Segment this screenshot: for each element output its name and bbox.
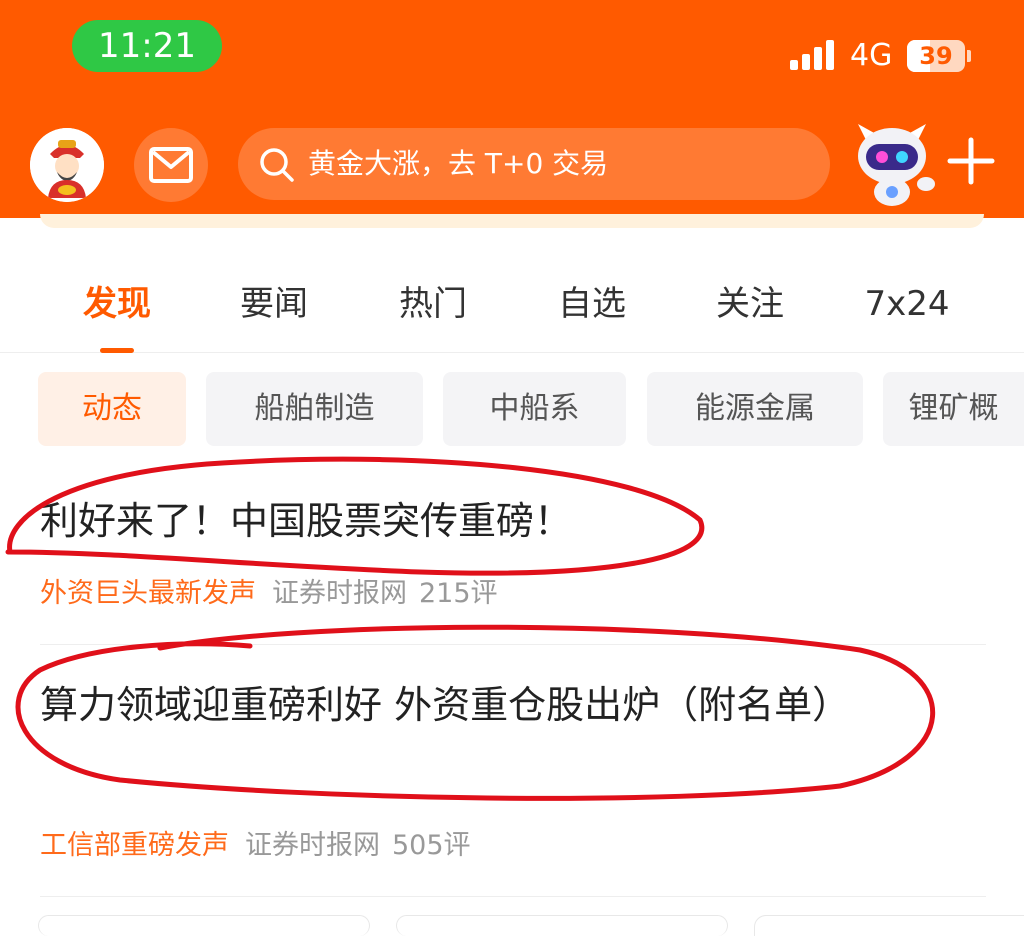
search-bar[interactable]: 黄金大涨，去 T+0 交易 [238, 128, 830, 200]
mail-button[interactable] [134, 128, 208, 202]
article-comments[interactable]: 505评 [392, 830, 471, 861]
chip-lithium[interactable]: 锂矿概 [883, 372, 1024, 446]
tab-watchlist[interactable]: 自选 [532, 270, 652, 338]
tab-headlines[interactable]: 要闻 [214, 270, 334, 338]
tab-7x24[interactable]: 7x24 [847, 270, 967, 338]
main-tabs: 发现 要闻 热门 自选 关注 7x24 [0, 270, 1024, 353]
next-card[interactable] [396, 915, 728, 936]
tab-following[interactable]: 关注 [690, 270, 810, 338]
article-meta: 工信部重磅发声 证券时报网 505评 [40, 826, 471, 866]
article-divider [40, 896, 986, 897]
banner-edge[interactable] [40, 214, 984, 228]
article-meta: 外资巨头最新发声 证券时报网 215评 [40, 574, 498, 614]
article-divider [40, 644, 986, 645]
signal-icon [790, 40, 834, 70]
next-card[interactable] [754, 915, 1024, 936]
chip-energy-metals[interactable]: 能源金属 [647, 372, 863, 446]
article-tag[interactable]: 外资巨头最新发声 [40, 578, 256, 609]
article-tag[interactable]: 工信部重磅发声 [40, 830, 229, 861]
status-time: 11:21 [72, 20, 222, 72]
avatar-illustration [30, 128, 104, 202]
plus-icon[interactable] [946, 136, 996, 186]
article-source: 证券时报网 [272, 578, 407, 609]
search-placeholder: 黄金大涨，去 T+0 交易 [308, 147, 609, 180]
battery-icon: 39 [907, 40, 965, 72]
next-card[interactable] [38, 915, 370, 936]
article-title[interactable]: 利好来了！中国股票突传重磅！ [40, 490, 700, 552]
robot-icon[interactable] [846, 118, 938, 210]
chip-shipbuilding[interactable]: 船舶制造 [206, 372, 423, 446]
avatar-icon[interactable] [30, 128, 104, 202]
chip-cssc[interactable]: 中船系 [443, 372, 626, 446]
search-icon [260, 148, 294, 182]
mail-icon [149, 147, 193, 183]
chip-dynamic[interactable]: 动态 [38, 372, 186, 446]
battery-tip [967, 50, 971, 62]
tab-hot[interactable]: 热门 [373, 270, 493, 338]
article-title[interactable]: 算力领域迎重磅利好 外资重仓股出炉（附名单） [40, 674, 920, 736]
article-comments[interactable]: 215评 [419, 578, 498, 609]
network-type: 4G [850, 38, 893, 73]
tab-discover[interactable]: 发现 [57, 270, 177, 338]
active-tab-indicator [100, 348, 134, 353]
article-source: 证券时报网 [245, 830, 380, 861]
battery-level: 39 [919, 42, 953, 70]
